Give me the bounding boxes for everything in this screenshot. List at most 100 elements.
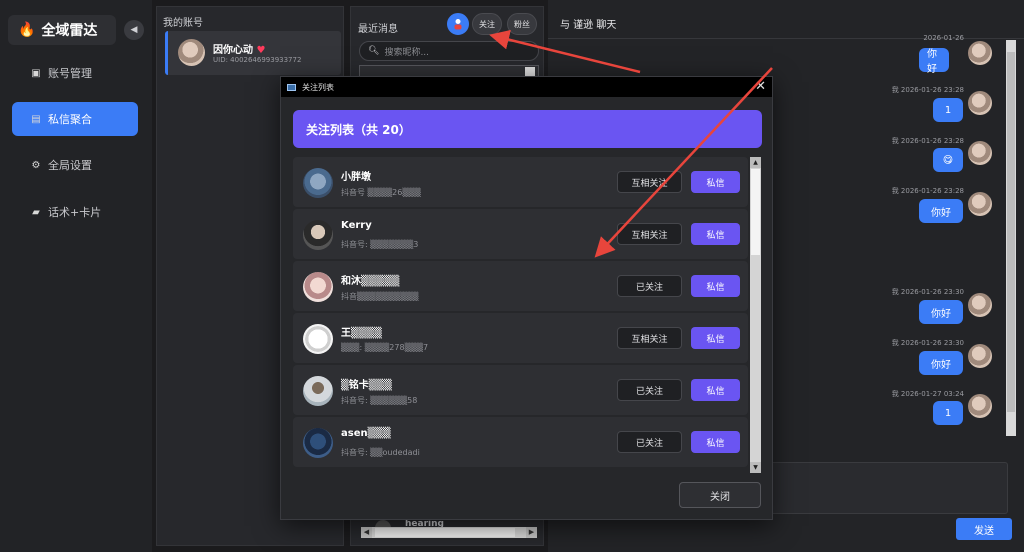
- dialog-title: 关注列表: [302, 82, 334, 92]
- message-meta: 2026-01-26: [923, 34, 964, 42]
- scroll-up-arrow[interactable]: ▲: [750, 157, 761, 168]
- avatar: [968, 141, 992, 165]
- follow-button[interactable]: 关注: [472, 13, 502, 35]
- list-item: 小胖墩 抖音号 ▒▒▒▒26▒▒▒ 互相关注 私信: [293, 157, 748, 207]
- message-meta: 我 2026-01-26 23:28: [891, 86, 964, 94]
- gear-icon: ⚙: [31, 159, 41, 171]
- scrollbar-thumb[interactable]: [751, 169, 760, 255]
- message-meta: 我 2026-01-27 03:24: [891, 390, 964, 398]
- follow-douyin-id: 抖音号 ▒▒▒▒26▒▒▒: [341, 188, 421, 197]
- sidebar-collapse-button[interactable]: ◀: [124, 20, 144, 40]
- follow-douyin-id: ▒▒▒: ▒▒▒▒278▒▒▒7: [341, 343, 429, 352]
- dm-button[interactable]: 私信: [691, 327, 740, 349]
- follow-douyin-id: 抖音号: ▒▒▒▒▒▒58: [341, 396, 418, 405]
- message-meta: 我 2026-01-26 23:28: [891, 187, 964, 195]
- follow-name: 小胖墩: [341, 172, 371, 183]
- avatar: [968, 91, 992, 115]
- recent-messages-header: 最近消息: [358, 24, 398, 35]
- user-avatar-button[interactable]: [447, 13, 469, 35]
- flame-icon: 🔥: [18, 22, 36, 38]
- user-icon: [454, 19, 462, 30]
- sidebar-item-global-settings[interactable]: ⚙ 全局设置: [12, 148, 138, 182]
- follow-status-button[interactable]: 已关注: [617, 379, 682, 401]
- message-meta: 我 2026-01-26 23:28: [891, 137, 964, 145]
- list-item: 王▒▒▒▒ ▒▒▒: ▒▒▒▒278▒▒▒7 互相关注 私信: [293, 313, 748, 363]
- follow-name: asen▒▒▒: [341, 428, 391, 439]
- close-button[interactable]: 关闭: [679, 482, 761, 508]
- scrollbar-thumb[interactable]: [1007, 52, 1015, 412]
- follow-list-dialog: 关注列表 ✕ 关注列表（共 20） 小胖墩 抖音号 ▒▒▒▒26▒▒▒ 互相关注…: [280, 76, 773, 520]
- message-bubble: 你好: [919, 48, 949, 75]
- message-bubble: 😋: [933, 148, 963, 172]
- sidebar-item-scripts-cards[interactable]: ▰ 话术+卡片: [12, 195, 138, 229]
- follow-status-button[interactable]: 互相关注: [617, 223, 682, 245]
- sidebar-item-dm-aggregation[interactable]: ▤ 私信聚合: [12, 102, 138, 136]
- message-meta: 我 2026-01-26 23:30: [891, 339, 964, 347]
- message-bubble: 1: [933, 401, 963, 425]
- dm-button[interactable]: 私信: [691, 275, 740, 297]
- follow-status-button[interactable]: 已关注: [617, 275, 682, 297]
- avatar: [303, 376, 333, 406]
- chevron-left-icon: ◀: [130, 25, 138, 35]
- send-button[interactable]: 发送: [956, 518, 1012, 540]
- avatar: [303, 324, 333, 354]
- avatar: [968, 394, 992, 418]
- follow-name: 和沐▒▒▒▒▒: [341, 276, 400, 287]
- dm-button[interactable]: 私信: [691, 223, 740, 245]
- follow-name: ▒铭卡▒▒▒: [341, 380, 392, 391]
- avatar: [303, 272, 333, 302]
- scroll-left-arrow[interactable]: ◀: [361, 527, 372, 538]
- message-bubble: 你好: [919, 351, 963, 375]
- follow-name: 王▒▒▒▒: [341, 328, 382, 339]
- message-meta: 我 2026-01-26 23:30: [891, 288, 964, 296]
- search-input[interactable]: 🔍︎ 搜索昵称...: [359, 41, 539, 61]
- avatar: [303, 428, 333, 458]
- list-item: 和沐▒▒▒▒▒ 抖音▒▒▒▒▒▒▒▒▒▒ 已关注 私信: [293, 261, 748, 311]
- app-logo: 🔥 全域雷达: [8, 15, 116, 45]
- fans-button[interactable]: 粉丝: [507, 13, 537, 35]
- follow-name: Kerry: [341, 220, 372, 231]
- account-name: 因你心动 ♥: [213, 41, 265, 56]
- follow-status-button[interactable]: 互相关注: [617, 327, 682, 349]
- follow-status-button[interactable]: 已关注: [617, 431, 682, 453]
- chat-scrollbar[interactable]: [1006, 40, 1016, 436]
- avatar: [178, 39, 205, 66]
- list-item: asen▒▒▒ 抖音号: ▒▒oudedadi 已关注 私信: [293, 417, 748, 467]
- follow-list-scrollbar[interactable]: ▲ ▼: [750, 157, 761, 473]
- search-icon: 🔍︎: [368, 46, 380, 56]
- message-bubble: 你好: [919, 300, 963, 324]
- close-icon[interactable]: ✕: [755, 79, 766, 94]
- dm-button[interactable]: 私信: [691, 431, 740, 453]
- sidebar-item-account-management[interactable]: ▣ 账号管理: [12, 56, 138, 90]
- window-icon: [287, 83, 296, 91]
- horizontal-scrollbar[interactable]: ◀ ▶: [361, 527, 537, 538]
- avatar: [303, 220, 333, 250]
- avatar: [968, 192, 992, 216]
- account-name-text: 因你心动: [213, 45, 253, 56]
- account-card[interactable]: 因你心动 ♥ UID: 4002646993933772: [165, 31, 341, 75]
- scroll-right-arrow[interactable]: ▶: [526, 527, 537, 538]
- sidebar: 🔥 全域雷达 ◀ ▣ 账号管理 ▤ 私信聚合 ⚙ 全局设置 ▰ 话术+卡片: [0, 0, 152, 552]
- dm-button[interactable]: 私信: [691, 171, 740, 193]
- avatar: [303, 168, 333, 198]
- message-bubble: 你好: [919, 199, 963, 223]
- chat-title: 与 谨逊 聊天: [560, 20, 617, 31]
- sidebar-item-label: 全局设置: [48, 159, 92, 172]
- list-item: Kerry 抖音号: ▒▒▒▒▒▒▒3 互相关注 私信: [293, 209, 748, 259]
- message-bubble: 1: [933, 98, 963, 122]
- follow-list: 小胖墩 抖音号 ▒▒▒▒26▒▒▒ 互相关注 私信 Kerry 抖音号: ▒▒▒…: [293, 157, 748, 473]
- dm-button[interactable]: 私信: [691, 379, 740, 401]
- follow-douyin-id: 抖音▒▒▒▒▒▒▒▒▒▒: [341, 292, 419, 301]
- dialog-titlebar: 关注列表: [281, 77, 772, 97]
- sidebar-item-label: 账号管理: [48, 67, 92, 80]
- accounts-header: 我的账号: [163, 18, 203, 29]
- follow-douyin-id: 抖音号: ▒▒oudedadi: [341, 448, 420, 457]
- sidebar-item-label: 私信聚合: [48, 113, 92, 126]
- follow-status-button[interactable]: 互相关注: [617, 171, 682, 193]
- scroll-down-arrow[interactable]: ▼: [750, 462, 761, 473]
- avatar: [968, 293, 992, 317]
- scrollbar-thumb[interactable]: [375, 528, 515, 537]
- follow-douyin-id: 抖音号: ▒▒▒▒▒▒▒3: [341, 240, 419, 249]
- account-uid: UID: 4002646993933772: [213, 56, 302, 64]
- chat-bubble-icon: ▤: [31, 113, 41, 125]
